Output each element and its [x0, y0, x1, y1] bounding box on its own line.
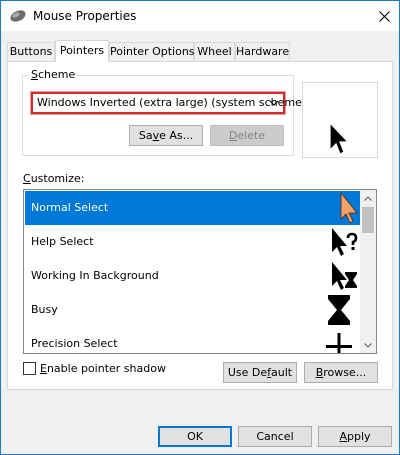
- pointers-panel: Scheme Windows Inverted (extra large) (s…: [7, 61, 393, 390]
- scheme-label: Scheme: [29, 68, 78, 81]
- tab-wheel[interactable]: Wheel: [194, 42, 235, 61]
- arrow-cursor-icon: [329, 121, 350, 155]
- delete-button[interactable]: Delete: [210, 125, 284, 146]
- list-item-label: Busy: [31, 303, 58, 316]
- browse-button[interactable]: Browse...: [304, 362, 378, 383]
- customize-label: Customize:: [23, 172, 85, 185]
- list-item-busy[interactable]: Busy: [25, 293, 360, 327]
- dialog-footer: OK Cancel Apply: [1, 419, 399, 455]
- list-item-help-select[interactable]: Help Select: [25, 225, 360, 259]
- window-title: Mouse Properties: [33, 9, 137, 23]
- tab-hardware[interactable]: Hardware: [235, 42, 290, 61]
- list-item-label: Working In Background: [31, 269, 159, 282]
- tab-pointer-options[interactable]: Pointer Options: [109, 42, 195, 61]
- title-bar: Mouse Properties: [1, 1, 399, 31]
- cursor-list[interactable]: Normal Select Help Select Working In Bac…: [23, 189, 377, 354]
- crosshair-cursor-icon: [326, 333, 352, 353]
- mouse-properties-window: Mouse Properties Buttons Pointers Pointe…: [0, 0, 400, 455]
- apply-button[interactable]: Apply: [318, 426, 392, 447]
- list-scrollbar[interactable]: [360, 190, 376, 353]
- close-icon: [378, 10, 390, 22]
- list-item-label: Precision Select: [31, 337, 118, 350]
- chevron-down-icon: [269, 100, 279, 106]
- checkbox-box[interactable]: [23, 362, 36, 375]
- list-item-normal-select[interactable]: Normal Select: [25, 191, 360, 225]
- scheme-group: Scheme Windows Inverted (extra large) (s…: [22, 68, 306, 156]
- list-item-precision-select[interactable]: Precision Select: [25, 327, 360, 353]
- ok-button[interactable]: OK: [158, 426, 232, 447]
- close-button[interactable]: [369, 1, 399, 31]
- scheme-dropdown-value: Windows Inverted (extra large) (system s…: [37, 96, 307, 109]
- tab-pointers[interactable]: Pointers: [55, 40, 109, 62]
- list-item-label: Help Select: [31, 235, 94, 248]
- scroll-thumb[interactable]: [362, 207, 374, 233]
- list-item-label: Normal Select: [31, 201, 109, 214]
- scheme-dropdown[interactable]: Windows Inverted (extra large) (system s…: [31, 92, 306, 114]
- working-cursor-icon: [332, 262, 357, 290]
- help-cursor-icon: [332, 228, 358, 256]
- tab-buttons[interactable]: Buttons: [7, 42, 55, 61]
- mouse-icon: [10, 10, 26, 22]
- hourglass-cursor-icon: [328, 295, 350, 325]
- cursor-preview: [302, 82, 378, 158]
- scroll-down-button[interactable]: [360, 337, 376, 353]
- enable-pointer-shadow-label: Enable pointer shadow: [40, 362, 166, 375]
- chevron-up-icon: [364, 195, 372, 201]
- use-default-button[interactable]: Use Default: [223, 362, 297, 383]
- cancel-button[interactable]: Cancel: [238, 426, 312, 447]
- chevron-down-icon: [364, 342, 372, 348]
- arrow-cursor-icon: [340, 191, 359, 224]
- scroll-up-button[interactable]: [360, 190, 376, 206]
- list-item-working-in-background[interactable]: Working In Background: [25, 259, 360, 293]
- save-as-button[interactable]: Save As...: [129, 125, 203, 146]
